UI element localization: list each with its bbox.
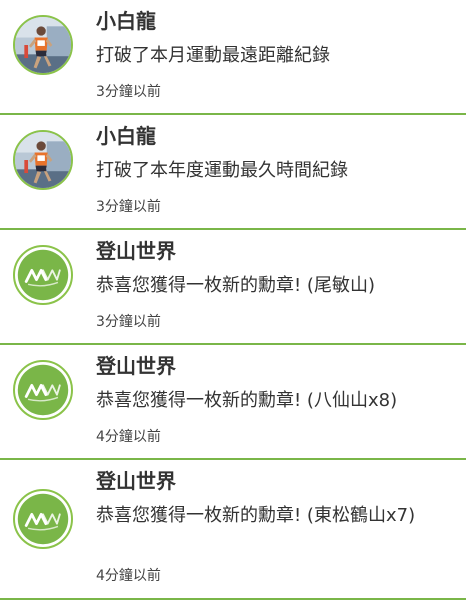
notification-message: 打破了本月運動最遠距離紀錄	[96, 45, 330, 66]
sender-name: 登山世界	[96, 239, 176, 263]
notification-message: 恭喜您獲得一枚新的勳章! (東松鶴山x7)	[96, 505, 416, 526]
notification-item[interactable]: 小白龍 打破了本年度運動最久時間紀錄 3分鐘以前	[0, 115, 466, 230]
timestamp: 3分鐘以前	[96, 314, 161, 330]
notification-message: 打破了本年度運動最久時間紀錄	[96, 160, 348, 181]
mountain-world-logo-icon[interactable]	[13, 245, 73, 305]
sender-name: 小白龍	[96, 124, 156, 148]
timestamp: 4分鐘以前	[96, 568, 161, 584]
notification-item[interactable]: 登山世界 恭喜您獲得一枚新的勳章! (東松鶴山x7) 4分鐘以前	[0, 460, 466, 600]
timestamp: 3分鐘以前	[96, 84, 161, 100]
notification-item[interactable]: 登山世界 恭喜您獲得一枚新的勳章! (八仙山x8) 4分鐘以前	[0, 345, 466, 460]
notification-item[interactable]: 登山世界 恭喜您獲得一枚新的勳章! (尾敏山) 3分鐘以前	[0, 230, 466, 345]
mountain-world-logo-icon[interactable]	[13, 360, 73, 420]
notification-feed: 小白龍 打破了本月運動最遠距離紀錄 3分鐘以前 小白龍 打破了本年度運動最久時間…	[0, 0, 466, 600]
notification-message: 恭喜您獲得一枚新的勳章! (尾敏山)	[96, 275, 375, 296]
timestamp: 4分鐘以前	[96, 429, 161, 445]
sender-name: 登山世界	[96, 469, 176, 493]
timestamp: 3分鐘以前	[96, 199, 161, 215]
notification-item[interactable]: 小白龍 打破了本月運動最遠距離紀錄 3分鐘以前	[0, 0, 466, 115]
sender-name: 登山世界	[96, 354, 176, 378]
mountain-world-logo-icon[interactable]	[13, 489, 73, 549]
runner-photo-icon[interactable]	[13, 130, 73, 190]
runner-photo-icon[interactable]	[13, 15, 73, 75]
sender-name: 小白龍	[96, 9, 156, 33]
notification-message: 恭喜您獲得一枚新的勳章! (八仙山x8)	[96, 390, 398, 411]
